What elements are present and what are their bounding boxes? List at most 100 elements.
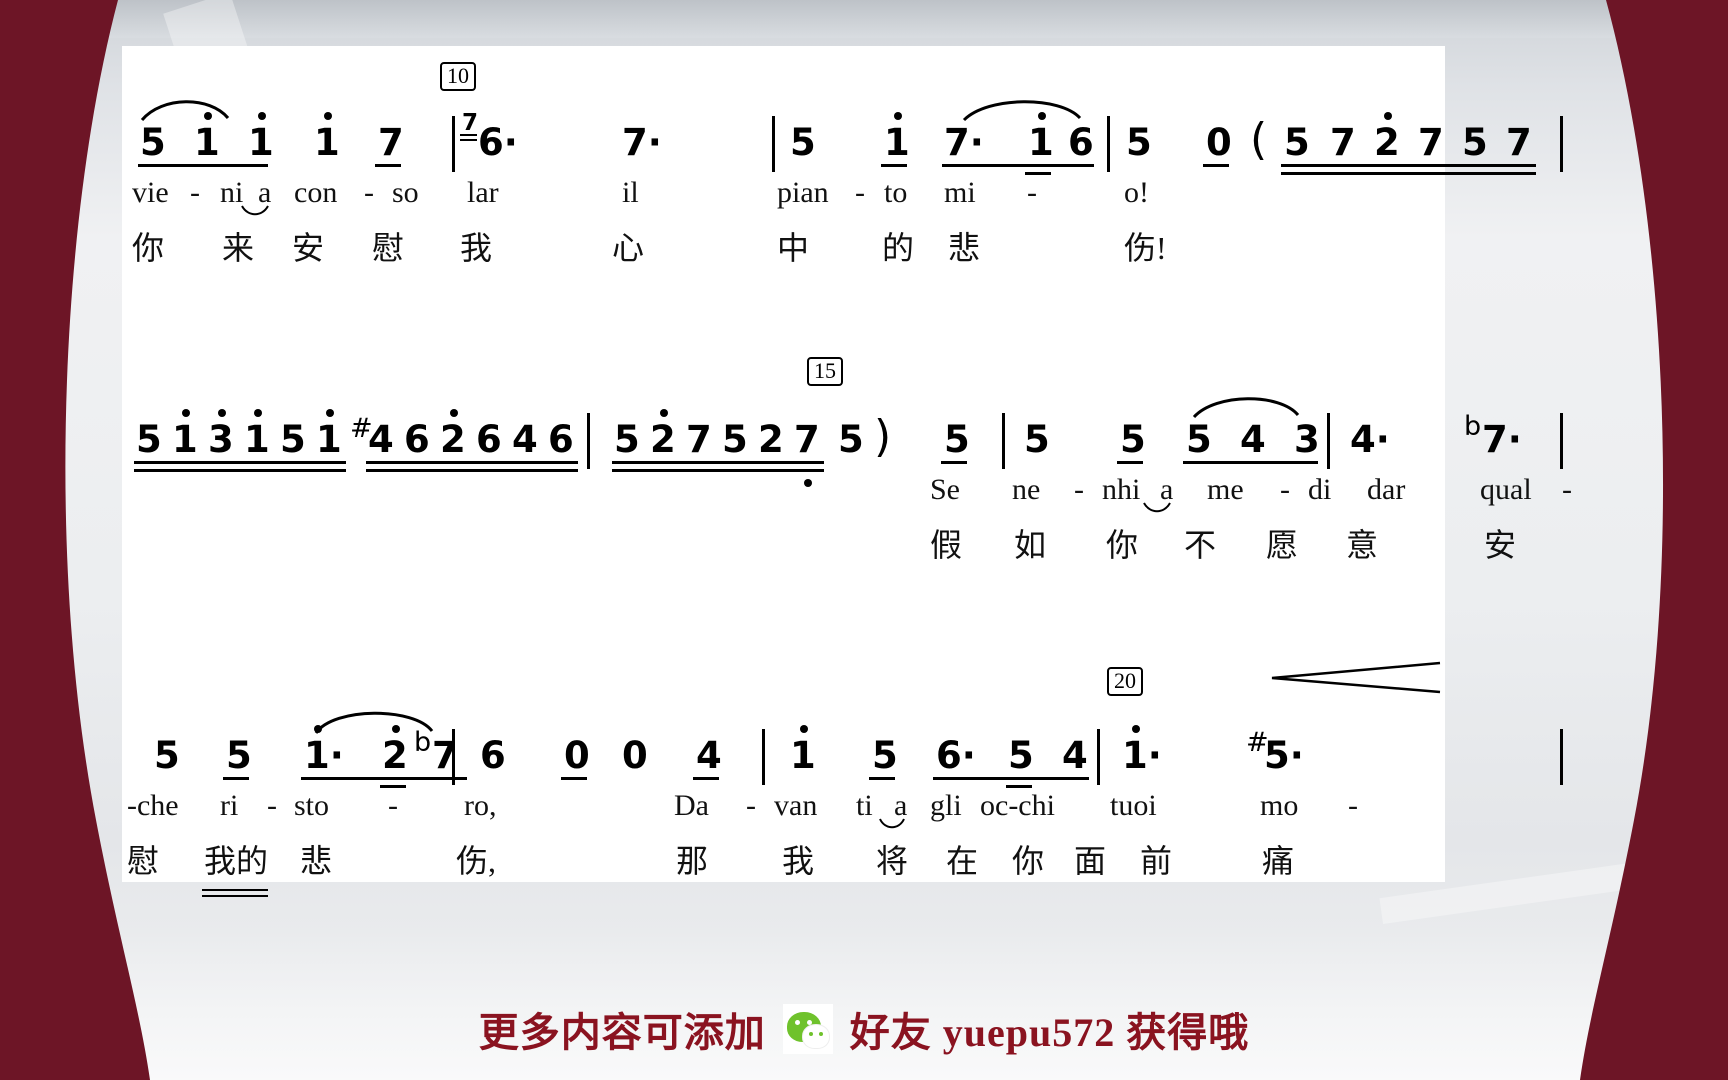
octave-dot-icon xyxy=(182,409,190,417)
elision-slur xyxy=(240,204,270,218)
lyric-syllable: gli xyxy=(930,789,962,822)
lyric-syllable: dar xyxy=(1367,473,1406,506)
lyric-hyphen: - xyxy=(746,789,756,822)
note: 6· xyxy=(936,734,976,777)
note: 1 xyxy=(172,418,198,461)
octave-dot-icon xyxy=(314,725,322,733)
note: 4 xyxy=(1240,418,1266,461)
lyric-underline xyxy=(202,895,268,897)
lyric-syllable: -che xyxy=(127,789,179,822)
lyric-char: 前 xyxy=(1140,843,1173,879)
lyric-syllable: ro, xyxy=(464,789,497,822)
slur-mark xyxy=(140,96,232,122)
note: 6 xyxy=(548,418,574,461)
barline xyxy=(587,413,590,469)
barline xyxy=(772,116,775,172)
lyric-char: 中 xyxy=(777,230,810,266)
lyric-char: 悲 xyxy=(300,843,333,879)
beam-line xyxy=(1006,785,1032,788)
barline xyxy=(1327,413,1330,469)
lyric-syllable: tuoi xyxy=(1110,789,1157,822)
note: 5 xyxy=(1284,121,1310,164)
note: 1 xyxy=(790,734,816,777)
octave-dot-icon xyxy=(258,112,266,120)
lyric-syllable: con xyxy=(294,176,338,209)
lyric-syllable: qual xyxy=(1480,473,1532,506)
lyric-hyphen: - xyxy=(1562,473,1572,506)
barline xyxy=(452,729,455,785)
lyric-hyphen: - xyxy=(267,789,277,822)
barline xyxy=(1560,116,1563,172)
beam-line xyxy=(1203,164,1229,167)
lyric-char: 的 xyxy=(882,230,915,266)
octave-dot-icon xyxy=(254,409,262,417)
lyric-row-latin: vie - ni a con - so lar il pian - to mi … xyxy=(122,178,1445,224)
slur-mark xyxy=(962,96,1084,122)
promo-text-after: 好友 yuepu572 获得哦 xyxy=(849,1010,1250,1055)
octave-dot-icon xyxy=(204,112,212,120)
lyric-char: 面 xyxy=(1074,843,1107,879)
measure-number-10: 10 xyxy=(440,62,476,92)
beam-line xyxy=(933,777,1089,780)
lyric-char: 你 xyxy=(1106,527,1139,563)
lyric-char: 慰 xyxy=(372,230,405,266)
note: 4 xyxy=(368,418,394,461)
note: 5 xyxy=(280,418,306,461)
lyric-syllable: sto xyxy=(294,789,330,822)
note: 5 xyxy=(226,734,252,777)
lyric-syllable: Se xyxy=(930,473,960,506)
lyric-hyphen: - xyxy=(190,176,200,209)
barline xyxy=(762,729,765,785)
note: 2 xyxy=(758,418,784,461)
barline xyxy=(1560,729,1563,785)
lyric-char: 悲 xyxy=(948,230,981,266)
note: 6· xyxy=(478,121,518,164)
elision-slur xyxy=(878,817,906,831)
lyric-syllable: so xyxy=(392,176,419,209)
note-row: 5 5 1· 2 b 7 6 0 0 4 1 5 6· 5 4 1· # 5· xyxy=(122,711,1563,789)
lyric-char: 安 xyxy=(292,230,325,266)
lyric-char: 愿 xyxy=(1266,527,1299,563)
beam-line xyxy=(693,777,719,780)
beam-line xyxy=(223,777,249,780)
note: 5 xyxy=(1120,418,1146,461)
note: 3 xyxy=(1294,418,1320,461)
octave-dot-icon xyxy=(392,725,400,733)
note: 5 xyxy=(1126,121,1152,164)
lyric-char: 痛 xyxy=(1262,843,1295,879)
lyric-row-chinese: 慰 我的 悲 伤, 那 我 将 在 你 面 前 痛 xyxy=(122,843,1445,897)
octave-dot-icon xyxy=(326,409,334,417)
note: 5 xyxy=(872,734,898,777)
lyric-char: 你 xyxy=(1012,843,1045,879)
lyric-row-chinese: 假 如 你 不 愿 意 安 xyxy=(122,527,1516,575)
note: 7 xyxy=(794,418,820,461)
beam-line xyxy=(366,469,578,472)
lyric-syllable: van xyxy=(774,789,818,822)
note: 7· xyxy=(944,121,984,164)
lyric-char: 意 xyxy=(1346,527,1379,563)
lyric-hyphen: - xyxy=(855,176,865,209)
beam-line xyxy=(1025,172,1051,175)
note: 6 xyxy=(476,418,502,461)
lyric-syllable: pian xyxy=(777,176,829,209)
measure-number-20: 20 xyxy=(1107,667,1143,697)
decorative-right-panel xyxy=(1498,0,1728,1080)
note: 5 xyxy=(790,121,816,164)
note: 1 xyxy=(314,121,340,164)
note: 5· xyxy=(1264,734,1304,777)
lyric-char: 来 xyxy=(222,230,255,266)
music-system-1: 10 5 1 1 1 7 7 6· 7· 5 1 7· 1 6 5 0 (5 … xyxy=(122,56,1563,286)
note: 5 xyxy=(614,418,640,461)
wechat-icon xyxy=(782,1004,833,1054)
lyric-row-chinese: 你 来 安 慰 我 心 中 的 悲 伤! xyxy=(122,232,1445,278)
lyric-char: 慰 xyxy=(127,843,160,879)
note: 7 xyxy=(1506,121,1532,164)
lyric-hyphen: - xyxy=(1074,473,1084,506)
note: 2 xyxy=(440,418,466,461)
octave-dot-icon xyxy=(1038,112,1046,120)
lyric-syllable: me xyxy=(1207,473,1244,506)
promo-banner: 更多内容可添加 好友 yuepu572 获得哦 xyxy=(0,1000,1728,1058)
note: 4 xyxy=(1062,734,1088,777)
beam-line xyxy=(561,777,587,780)
elision-slur xyxy=(1142,501,1172,515)
